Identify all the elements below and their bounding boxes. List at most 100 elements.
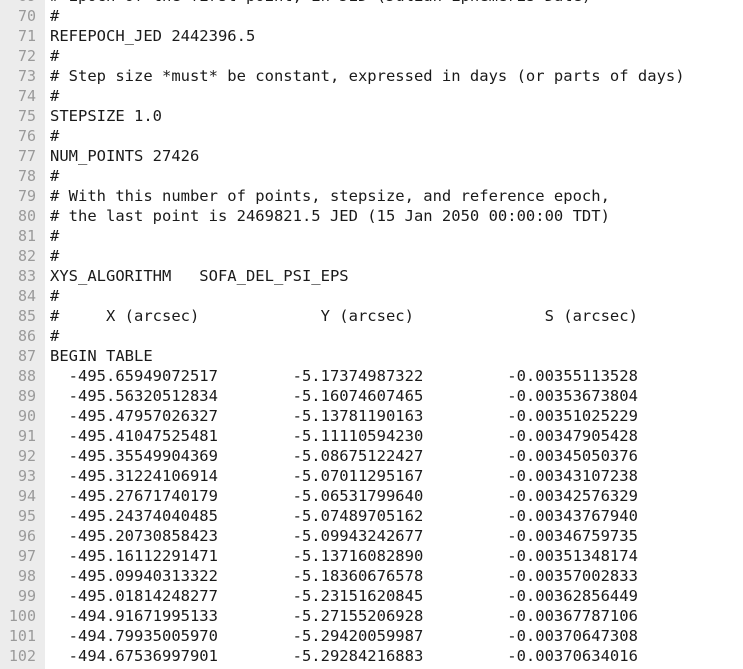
code-line[interactable]: 71 REFEPOCH_JED 2442396.5 [0, 26, 743, 46]
code-line[interactable]: 81 # [0, 226, 743, 246]
line-text: NUM_POINTS 27426 [50, 147, 200, 165]
line-number: 97 [0, 546, 45, 566]
code-line[interactable]: 100 -494.91671995133 -5.27155206928 -0.0… [0, 606, 743, 626]
code-line-list: 69# Epoch of the first point, in JED (Ju… [0, 0, 743, 666]
line-text: -495.01814248277 -5.23151620845 -0.00362… [50, 587, 638, 605]
line-text: # [50, 7, 60, 25]
line-text: -494.91671995133 -5.27155206928 -0.00367… [50, 607, 638, 625]
code-line[interactable]: 83 XYS_ALGORITHM SOFA_DEL_PSI_EPS [0, 266, 743, 286]
line-number: 96 [0, 526, 45, 546]
line-number: 76 [0, 126, 45, 146]
code-line[interactable]: 75 STEPSIZE 1.0 [0, 106, 743, 126]
line-number: 75 [0, 106, 45, 126]
line-number: 88 [0, 366, 45, 386]
line-number: 102 [0, 646, 45, 666]
line-text: # [50, 287, 60, 305]
line-number: 99 [0, 586, 45, 606]
code-line[interactable]: 77 NUM_POINTS 27426 [0, 146, 743, 166]
code-line[interactable]: 82 # [0, 246, 743, 266]
code-line[interactable]: 99 -495.01814248277 -5.23151620845 -0.00… [0, 586, 743, 606]
code-line[interactable]: 80 # the last point is 2469821.5 JED (15 … [0, 206, 743, 226]
line-number: 80 [0, 206, 45, 226]
code-line[interactable]: 98 -495.09940313322 -5.18360676578 -0.00… [0, 566, 743, 586]
code-line[interactable]: 84 # [0, 286, 743, 306]
code-line[interactable]: 72 # [0, 46, 743, 66]
line-number: 73 [0, 66, 45, 86]
line-number: 98 [0, 566, 45, 586]
line-text: # [50, 167, 60, 185]
code-line[interactable]: 90 -495.47957026327 -5.13781190163 -0.00… [0, 406, 743, 426]
line-text: # X (arcsec) Y (arcsec) S (arcsec) [50, 307, 638, 325]
code-line[interactable]: 102 -494.67536997901 -5.29284216883 -0.0… [0, 646, 743, 666]
line-text: # the last point is 2469821.5 JED (15 Ja… [50, 207, 610, 225]
line-text: # [50, 247, 60, 265]
line-text: -495.20730858423 -5.09943242677 -0.00346… [50, 527, 638, 545]
code-line[interactable]: 70 # [0, 6, 743, 26]
code-line[interactable]: 76 # [0, 126, 743, 146]
code-line[interactable]: 91 -495.41047525481 -5.11110594230 -0.00… [0, 426, 743, 446]
line-number: 82 [0, 246, 45, 266]
line-text: -495.41047525481 -5.11110594230 -0.00347… [50, 427, 638, 445]
code-line[interactable]: 78 # [0, 166, 743, 186]
line-number: 95 [0, 506, 45, 526]
code-line[interactable]: 86 # [0, 326, 743, 346]
line-text: -495.16112291471 -5.13716082890 -0.00351… [50, 547, 638, 565]
line-text: -494.67536997901 -5.29284216883 -0.00370… [50, 647, 638, 665]
code-line[interactable]: 101 -494.79935005970 -5.29420059987 -0.0… [0, 626, 743, 646]
line-text: -495.24374040485 -5.07489705162 -0.00343… [50, 507, 638, 525]
line-text: REFEPOCH_JED 2442396.5 [50, 27, 256, 45]
code-line[interactable]: 94 -495.27671740179 -5.06531799640 -0.00… [0, 486, 743, 506]
line-number: 71 [0, 26, 45, 46]
line-number: 101 [0, 626, 45, 646]
code-line[interactable]: 95 -495.24374040485 -5.07489705162 -0.00… [0, 506, 743, 526]
line-text: # [50, 87, 60, 105]
line-number: 85 [0, 306, 45, 326]
code-viewer[interactable]: 69# Epoch of the first point, in JED (Ju… [0, 0, 743, 669]
code-line[interactable]: 73 # Step size *must* be constant, expres… [0, 66, 743, 86]
line-number: 74 [0, 86, 45, 106]
code-line[interactable]: 79 # With this number of points, stepsize… [0, 186, 743, 206]
line-text: # [50, 127, 60, 145]
line-number: 91 [0, 426, 45, 446]
line-number: 93 [0, 466, 45, 486]
line-number: 86 [0, 326, 45, 346]
line-number: 84 [0, 286, 45, 306]
line-number: 100 [0, 606, 45, 626]
line-text: STEPSIZE 1.0 [50, 107, 162, 125]
line-number: 79 [0, 186, 45, 206]
code-line[interactable]: 89 -495.56320512834 -5.16074607465 -0.00… [0, 386, 743, 406]
line-text: -495.31224106914 -5.07011295167 -0.00343… [50, 467, 638, 485]
code-line[interactable]: 85 # X (arcsec) Y (arcsec) S (arcsec) [0, 306, 743, 326]
line-text: # Step size *must* be constant, expresse… [50, 67, 685, 85]
line-text: -495.27671740179 -5.06531799640 -0.00342… [50, 487, 638, 505]
line-text: # [50, 327, 60, 345]
line-number: 94 [0, 486, 45, 506]
line-text: BEGIN TABLE [50, 347, 153, 365]
code-line[interactable]: 96 -495.20730858423 -5.09943242677 -0.00… [0, 526, 743, 546]
line-text: -495.47957026327 -5.13781190163 -0.00351… [50, 407, 638, 425]
line-number: 78 [0, 166, 45, 186]
line-text: # With this number of points, stepsize, … [50, 187, 610, 205]
line-number: 81 [0, 226, 45, 246]
line-text: -495.35549904369 -5.08675122427 -0.00345… [50, 447, 638, 465]
line-number: 72 [0, 46, 45, 66]
code-line[interactable]: 97 -495.16112291471 -5.13716082890 -0.00… [0, 546, 743, 566]
line-text: -495.09940313322 -5.18360676578 -0.00357… [50, 567, 638, 585]
line-number: 77 [0, 146, 45, 166]
line-text: # [50, 47, 60, 65]
line-number: 89 [0, 386, 45, 406]
code-line[interactable]: 93 -495.31224106914 -5.07011295167 -0.00… [0, 466, 743, 486]
line-number: 90 [0, 406, 45, 426]
line-text: -494.79935005970 -5.29420059987 -0.00370… [50, 627, 638, 645]
line-text: XYS_ALGORITHM SOFA_DEL_PSI_EPS [50, 267, 349, 285]
code-line[interactable]: 74 # [0, 86, 743, 106]
code-line[interactable]: 92 -495.35549904369 -5.08675122427 -0.00… [0, 446, 743, 466]
line-number: 92 [0, 446, 45, 466]
line-text: -495.56320512834 -5.16074607465 -0.00353… [50, 387, 638, 405]
line-text: -495.65949072517 -5.17374987322 -0.00355… [50, 367, 638, 385]
code-line[interactable]: 87 BEGIN TABLE [0, 346, 743, 366]
line-text: # [50, 227, 60, 245]
line-number: 87 [0, 346, 45, 366]
line-number: 83 [0, 266, 45, 286]
code-line[interactable]: 88 -495.65949072517 -5.17374987322 -0.00… [0, 366, 743, 386]
